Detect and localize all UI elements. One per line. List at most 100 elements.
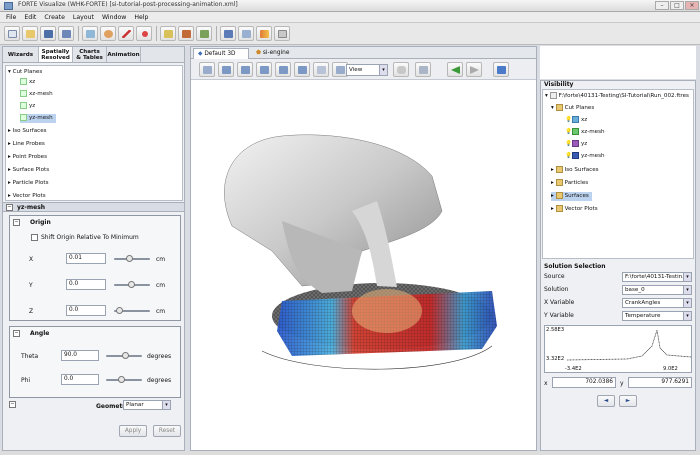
minimize-button[interactable]: – — [655, 1, 669, 10]
visibility-surfaces[interactable]: ▸ Surfaces — [551, 192, 592, 201]
tab-wizards[interactable]: Wizards — [3, 47, 39, 62]
tab-default-3d-view[interactable]: ◆ Default 3D view — [193, 48, 249, 67]
chart-button[interactable] — [220, 26, 236, 41]
x-input[interactable]: 0.01 — [66, 253, 106, 264]
axes-toggle-button[interactable] — [313, 62, 329, 77]
y-input[interactable]: 0.0 — [66, 279, 106, 290]
phi-input[interactable]: 0.0 — [61, 374, 99, 385]
visibility-xz[interactable]: 💡 xz — [565, 116, 587, 125]
new-project-button[interactable] — [4, 26, 20, 41]
slider-knob[interactable] — [116, 307, 123, 314]
menu-file[interactable]: File — [6, 12, 16, 22]
source-select[interactable]: F:\forte\40131-Testin... ▾ — [622, 272, 692, 282]
theta-slider[interactable] — [106, 352, 142, 359]
iso-surface-button[interactable] — [100, 26, 116, 41]
cursor-y-value[interactable]: 977.6291 — [628, 377, 692, 388]
menu-edit[interactable]: Edit — [24, 12, 36, 22]
visibility-root[interactable]: ▾ F:\forte\40131-Testing\SI-Tutorial\Run… — [545, 92, 693, 101]
tree-vector-plots[interactable]: ▸ Vector Plots — [8, 192, 46, 200]
collapse-icon[interactable]: − — [13, 330, 20, 337]
visibility-xz-mesh[interactable]: 💡 xz-mesh — [565, 128, 605, 137]
view-z-button[interactable] — [256, 62, 272, 77]
forward-button[interactable] — [466, 62, 482, 77]
tree-point-probes[interactable]: ▸ Point Probes — [8, 153, 47, 162]
bulb-icon[interactable]: 💡 — [565, 141, 572, 147]
visibility-yz[interactable]: 💡 yz — [565, 140, 587, 149]
pan-button[interactable] — [493, 62, 509, 77]
mouse-mode-button[interactable] — [393, 62, 409, 77]
animation-button[interactable] — [256, 26, 272, 41]
x-variable-select[interactable]: CrankAngles ▾ — [622, 298, 692, 308]
collapse-icon[interactable]: − — [13, 219, 20, 226]
open-button[interactable] — [22, 26, 38, 41]
tab-spatially-resolved[interactable]: Spatially Resolved — [39, 47, 73, 62]
view-neg-y-button[interactable] — [294, 62, 310, 77]
tab-si-engine[interactable]: ⬟ si-engine — [252, 48, 292, 59]
surface-plot-button[interactable] — [160, 26, 176, 41]
view-x-button[interactable] — [218, 62, 234, 77]
tab-animation[interactable]: Animation — [107, 47, 141, 62]
visibility-vector-plots[interactable]: ▸ Vector Plots — [551, 205, 598, 214]
visibility-yz-mesh[interactable]: 💡 yz-mesh — [565, 152, 605, 161]
bulb-icon[interactable]: 💡 — [565, 153, 572, 159]
z-input[interactable]: 0.0 — [66, 305, 106, 316]
prev-step-button[interactable]: ◄ — [597, 395, 615, 407]
view-neg-x-button[interactable] — [275, 62, 291, 77]
screenshot-button[interactable] — [415, 62, 431, 77]
tree-particle-plots[interactable]: ▸ Particle Plots — [8, 179, 49, 188]
tree-item-yz-mesh[interactable]: yz-mesh — [20, 114, 56, 123]
cut-plane-button[interactable] — [82, 26, 98, 41]
apply-button[interactable]: Apply — [119, 425, 147, 437]
slider-knob[interactable] — [122, 352, 129, 359]
slider-knob[interactable] — [126, 255, 133, 262]
y-slider[interactable] — [114, 281, 150, 288]
tree-line-probes[interactable]: ▸ Line Probes — [8, 140, 45, 149]
menu-window[interactable]: Window — [102, 12, 126, 22]
menu-layout[interactable]: Layout — [73, 12, 94, 22]
tab-charts-tables[interactable]: Charts & Tables — [73, 47, 107, 62]
tree-surface-plots[interactable]: ▸ Surface Plots — [8, 166, 49, 175]
tree-item-xz[interactable]: xz — [20, 78, 35, 87]
tree-cut-planes[interactable]: ▾ Cut Planes — [8, 68, 42, 77]
save-as-button[interactable] — [58, 26, 74, 41]
tree-item-yz[interactable]: yz — [20, 102, 35, 111]
slider-knob[interactable] — [118, 376, 125, 383]
phi-slider[interactable] — [106, 376, 142, 383]
xy-plot-button[interactable] — [238, 26, 254, 41]
bulb-icon[interactable]: 💡 — [565, 129, 572, 135]
back-button[interactable] — [447, 62, 463, 77]
view-select[interactable]: View ▾ — [346, 64, 388, 76]
close-button[interactable]: × — [685, 1, 699, 10]
shift-origin-checkbox[interactable] — [31, 234, 38, 241]
cursor-x-value[interactable]: 702.0386 — [552, 377, 616, 388]
menu-create[interactable]: Create — [44, 12, 65, 22]
y-variable-select[interactable]: Temperature ▾ — [622, 311, 692, 321]
collapse-icon[interactable]: − — [6, 204, 13, 211]
reset-button[interactable]: Reset — [153, 425, 181, 437]
line-probe-button[interactable] — [118, 26, 134, 41]
visibility-particles[interactable]: ▸ Particles — [551, 179, 588, 188]
menu-help[interactable]: Help — [134, 12, 148, 22]
mini-plot[interactable]: 2.58E3 3.32E2 -3.4E2 9.0E2 — [544, 325, 692, 373]
zoom-fit-button[interactable] — [199, 62, 215, 77]
engine-3d-render[interactable] — [192, 81, 536, 451]
visibility-iso-surfaces[interactable]: ▸ Iso Surfaces — [551, 166, 599, 175]
maximize-button[interactable]: □ — [670, 1, 684, 10]
tree-item-xz-mesh[interactable]: xz-mesh — [20, 90, 53, 99]
vector-plot-button[interactable] — [196, 26, 212, 41]
x-slider[interactable] — [114, 255, 150, 262]
solution-select[interactable]: base_0 ▾ — [622, 285, 692, 295]
theta-input[interactable]: 90.0 — [61, 350, 99, 361]
visibility-cut-planes[interactable]: ▾ Cut Planes — [551, 104, 594, 113]
tree-iso-surfaces[interactable]: ▸ Iso Surfaces — [8, 127, 47, 136]
point-probe-button[interactable] — [136, 26, 152, 41]
particle-plot-button[interactable] — [178, 26, 194, 41]
z-slider[interactable] — [114, 307, 150, 314]
save-button[interactable] — [40, 26, 56, 41]
slider-knob[interactable] — [128, 281, 135, 288]
collapse-icon[interactable]: − — [9, 401, 16, 408]
next-step-button[interactable]: ► — [619, 395, 637, 407]
bulb-icon[interactable]: 💡 — [565, 117, 572, 123]
view-y-button[interactable] — [237, 62, 253, 77]
geometry-select[interactable]: Planar ▾ — [123, 400, 171, 410]
